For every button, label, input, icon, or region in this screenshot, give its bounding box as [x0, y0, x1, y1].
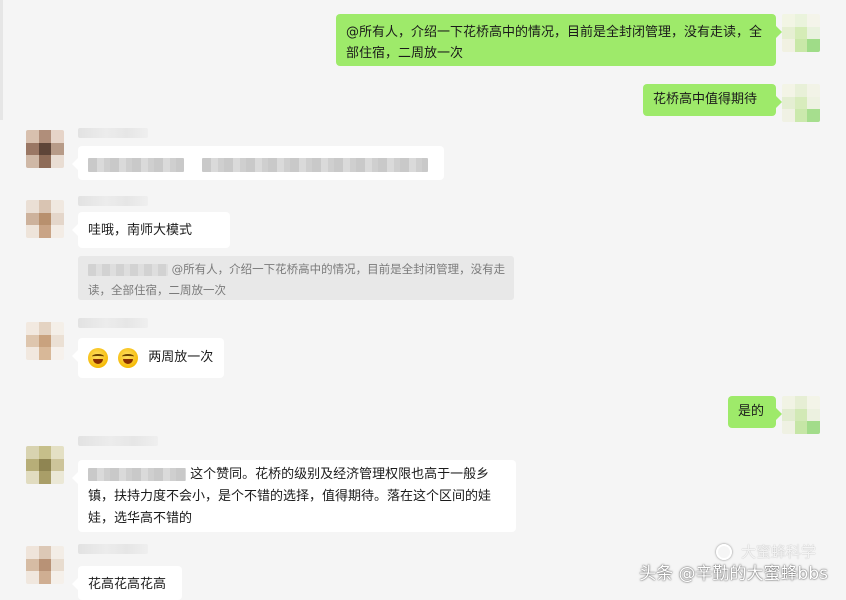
received-message[interactable]: 两周放一次	[72, 338, 224, 378]
sender-name	[78, 128, 148, 138]
sender-name	[78, 318, 148, 328]
avatar[interactable]	[26, 546, 64, 584]
sender-name	[78, 544, 148, 554]
message-text: @所有人，介绍一下花桥高中的情况，目前是全封闭管理，没有走读，全部住宿，二周放一…	[346, 25, 763, 61]
avatar[interactable]	[26, 446, 64, 484]
redacted-sender	[88, 263, 168, 276]
redacted-text	[88, 157, 184, 172]
watermark-logo-icon	[716, 544, 733, 560]
message-text: 花桥高中值得期待	[653, 92, 758, 107]
avatar[interactable]	[26, 322, 64, 360]
avatar[interactable]	[782, 396, 820, 434]
sent-message[interactable]: 是的	[728, 396, 782, 428]
avatar[interactable]	[782, 84, 820, 122]
received-message[interactable]: 花高花高花高	[72, 566, 182, 600]
avatar[interactable]	[26, 200, 64, 238]
window-edge	[0, 0, 3, 120]
sent-message[interactable]: 花桥高中值得期待	[643, 84, 782, 116]
message-text: 哇哦，南师大模式	[88, 223, 193, 238]
message-text: 花高花高花高	[88, 577, 167, 592]
avatar[interactable]	[782, 14, 820, 52]
message-text: 是的	[738, 404, 765, 419]
avatar[interactable]	[26, 130, 64, 168]
sweat-smile-emoji-icon	[118, 347, 139, 368]
received-message[interactable]: 哇哦，南师大模式	[72, 212, 230, 248]
received-message[interactable]: 这个赞同。花桥的级别及经济管理权限也高于一般乡镇，扶持力度不会小，是个不错的选择…	[72, 460, 516, 532]
sent-message[interactable]: @所有人，介绍一下花桥高中的情况，目前是全封闭管理，没有走读，全部住宿，二周放一…	[336, 14, 782, 66]
quoted-message[interactable]: @所有人，介绍一下花桥高中的情况，目前是全封闭管理，没有走读，全部住宿，二周放一…	[78, 256, 514, 300]
redacted-mention	[88, 468, 186, 481]
received-message[interactable]	[72, 146, 444, 180]
laughing-emoji-icon	[88, 347, 108, 368]
sender-name	[78, 436, 158, 446]
message-text: 两周放一次	[148, 350, 214, 365]
sender-name	[78, 196, 148, 206]
redacted-text	[202, 157, 429, 172]
watermark: 头条 @辛勤的大蜜蜂bbs	[639, 564, 828, 584]
